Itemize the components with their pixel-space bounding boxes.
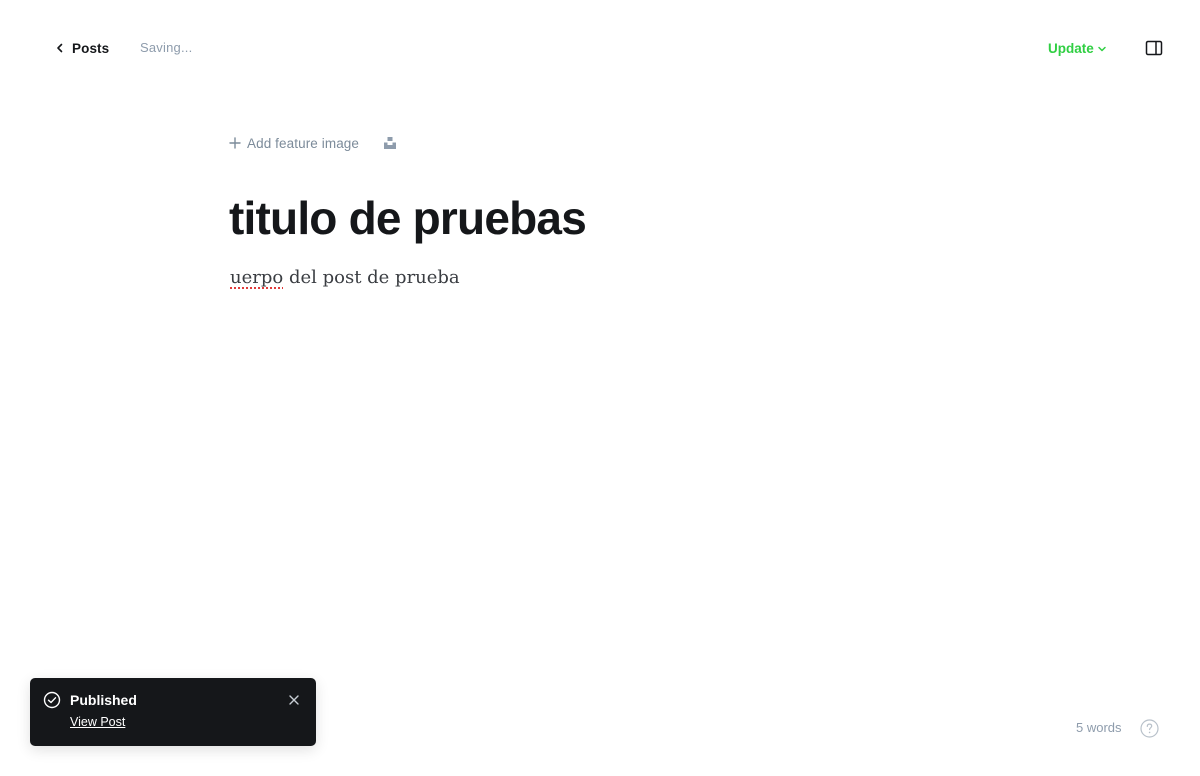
update-label: Update	[1048, 40, 1094, 56]
question-icon	[1140, 719, 1159, 738]
body-text: del post de prueba	[283, 267, 460, 288]
close-notification-button[interactable]	[286, 692, 302, 708]
misspelled-word: uerpo	[230, 267, 284, 288]
published-notification: Published View Post	[30, 678, 316, 746]
back-label: Posts	[72, 40, 110, 56]
chevron-left-icon	[57, 43, 63, 53]
notification-title: Published	[70, 692, 137, 708]
back-to-posts-link[interactable]: Posts	[54, 38, 109, 58]
save-status: Saving...	[140, 40, 193, 55]
close-icon	[289, 695, 299, 705]
word-count: 5 words	[1076, 720, 1122, 735]
editor-header: Posts Saving... Update	[0, 0, 1200, 96]
check-circle-icon	[43, 691, 61, 709]
view-post-link[interactable]: View Post	[70, 715, 125, 729]
sidebar-toggle-button[interactable]	[1144, 38, 1164, 58]
sidebar-toggle-icon	[1145, 40, 1163, 56]
plus-icon	[229, 137, 241, 149]
post-body-editor[interactable]: uerpo del post de prueba	[230, 265, 460, 291]
unsplash-button[interactable]	[383, 135, 397, 151]
post-title[interactable]: titulo de pruebas	[229, 188, 587, 248]
update-button[interactable]: Update	[1048, 38, 1107, 58]
unsplash-icon	[384, 137, 397, 149]
chevron-down-icon	[1098, 46, 1106, 51]
add-feature-image-button[interactable]: Add feature image	[229, 136, 359, 151]
feature-image-row: Add feature image	[229, 133, 397, 153]
help-button[interactable]	[1140, 719, 1159, 738]
add-feature-image-label: Add feature image	[247, 135, 360, 151]
